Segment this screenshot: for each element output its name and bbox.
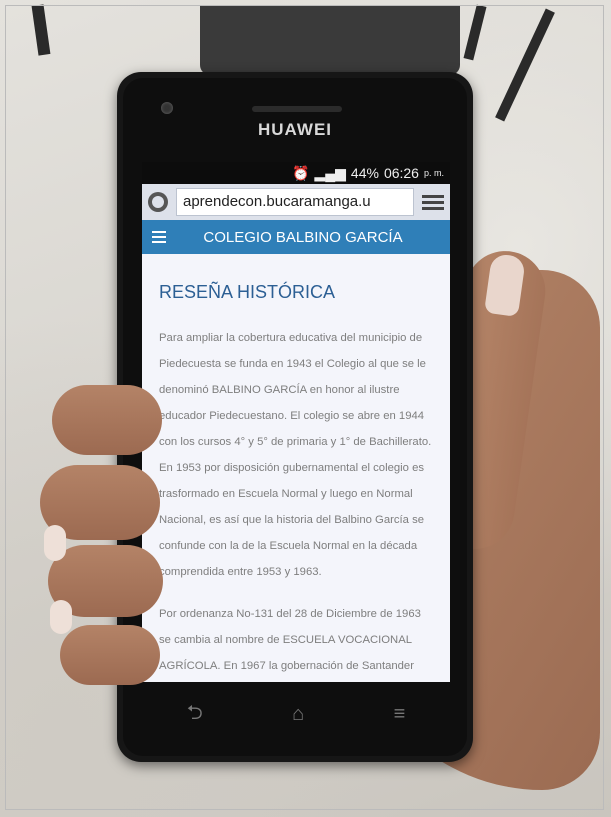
back-icon[interactable]: ⮌ bbox=[187, 698, 203, 732]
battery-level: 44% bbox=[350, 165, 379, 181]
page-content: RESEÑA HISTÓRICA Para ampliar la cobertu… bbox=[142, 254, 450, 682]
menu-key-icon[interactable]: ≡ bbox=[394, 703, 406, 726]
fingernail bbox=[50, 600, 72, 634]
chair-seat bbox=[200, 5, 460, 75]
signal-icon: ▂▄▆ bbox=[314, 164, 346, 181]
chair-leg bbox=[495, 8, 555, 122]
front-camera bbox=[161, 102, 173, 114]
fingernail bbox=[44, 525, 66, 561]
finger bbox=[52, 385, 162, 455]
browser-toolbar: aprendecon.bucaramanga.u bbox=[142, 184, 450, 220]
earpiece-speaker bbox=[252, 106, 342, 112]
phone-screen: ⏰ ▂▄▆ 44% 06:26 p. m. aprendecon.bucaram… bbox=[142, 162, 450, 682]
clock-time: 06:26 bbox=[383, 165, 419, 181]
menu-icon[interactable] bbox=[422, 194, 444, 210]
hamburger-icon[interactable] bbox=[142, 220, 176, 254]
status-bar: ⏰ ▂▄▆ 44% 06:26 p. m. bbox=[142, 162, 450, 184]
nav-keys: ⮌ ⌂ ≡ bbox=[142, 687, 450, 742]
photo-scene: HUAWEI ⏰ ▂▄▆ 44% 06:26 p. m. aprendecon.… bbox=[0, 0, 611, 817]
alarm-icon: ⏰ bbox=[292, 164, 310, 181]
clock-ampm: p. m. bbox=[423, 168, 444, 178]
url-field[interactable]: aprendecon.bucaramanga.u bbox=[176, 188, 414, 216]
phone-brand: HUAWEI bbox=[258, 120, 332, 139]
site-header: COLEGIO BALBINO GARCÍA bbox=[142, 220, 450, 254]
chair-leg bbox=[31, 4, 51, 56]
page-heading: RESEÑA HISTÓRICA bbox=[159, 282, 336, 302]
globe-icon[interactable] bbox=[148, 192, 168, 212]
home-icon[interactable]: ⌂ bbox=[292, 703, 304, 726]
phone: HUAWEI ⏰ ▂▄▆ 44% 06:26 p. m. aprendecon.… bbox=[117, 72, 473, 762]
history-paragraph: Para ampliar la cobertura educativa del … bbox=[159, 332, 432, 578]
site-title[interactable]: COLEGIO BALBINO GARCÍA bbox=[176, 229, 450, 246]
chair-leg bbox=[463, 4, 487, 61]
finger bbox=[60, 625, 160, 685]
history-paragraph: Por ordenanza No-131 del 28 de Diciembre… bbox=[159, 608, 421, 672]
